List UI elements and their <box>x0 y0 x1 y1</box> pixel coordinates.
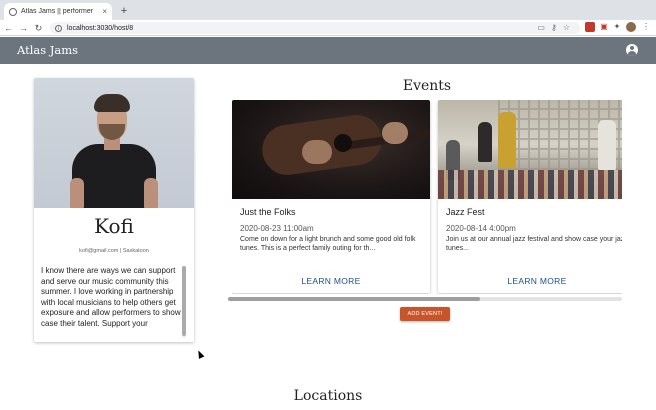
back-button[interactable]: ← <box>2 21 15 35</box>
browser-tabstrip: Atlas Jams || performer × + <box>0 0 656 20</box>
event-title: Just the Folks <box>240 207 296 217</box>
app-header: Atlas Jams <box>0 37 656 64</box>
extension-icon[interactable] <box>585 22 595 32</box>
puzzle-icon[interactable]: ✦ <box>612 22 622 32</box>
menu-icon[interactable]: ⋮ <box>641 22 651 32</box>
globe-icon <box>9 7 17 16</box>
profile-meta: kofi@gmail.com | Saskatoon <box>79 248 149 254</box>
profile-bio: I know there are ways we can support and… <box>41 266 181 328</box>
brand-title[interactable]: Atlas Jams <box>17 43 78 57</box>
close-tab-icon[interactable]: × <box>102 7 107 16</box>
profile-name: Kofi <box>94 214 134 238</box>
events-scrollbar-thumb[interactable] <box>228 297 481 301</box>
events-scrollbar[interactable] <box>228 297 622 301</box>
omnibox-actions: ▭⚷☆ <box>537 23 576 32</box>
address-bar[interactable]: i localhost:3030/host/8 ▭⚷☆ <box>50 22 580 34</box>
profile-avatar-icon[interactable] <box>626 22 636 32</box>
event-title: Jazz Fest <box>446 207 485 217</box>
event-datetime: 2020-08-14 4:00pm <box>446 224 516 233</box>
event-datetime: 2020-08-23 11:00am <box>240 224 314 233</box>
learn-more-button[interactable]: LEARN MORE <box>232 276 430 286</box>
browser-toolbar: ← → ↻ i localhost:3030/host/8 ▭⚷☆ <box>0 20 656 36</box>
bio-scrollbar-thumb[interactable] <box>182 266 186 336</box>
profile-card: Kofi kofi@gmail.com | Saskatoon I know t… <box>34 78 194 342</box>
event-description: Come on down for a light brunch and some… <box>240 236 416 252</box>
event-card: Just the Folks 2020-08-23 11:00am Come o… <box>232 100 430 293</box>
new-tab-button[interactable]: + <box>118 5 130 17</box>
account-circle-icon[interactable] <box>626 44 638 56</box>
locations-heading: Locations <box>293 388 363 404</box>
cast-icon[interactable]: ▭ <box>537 23 551 32</box>
star-icon[interactable]: ☆ <box>563 23 576 32</box>
forward-button[interactable]: → <box>17 21 30 35</box>
learn-more-button[interactable]: LEARN MORE <box>438 276 622 286</box>
event-image <box>232 100 430 199</box>
event-description: Join us at our annual jazz festival and … <box>446 236 622 252</box>
events-carousel[interactable]: Just the Folks 2020-08-23 11:00am Come o… <box>232 100 622 294</box>
extension-icon[interactable]: ▣ <box>599 22 609 32</box>
profile-photo <box>34 78 194 208</box>
event-image <box>438 100 622 199</box>
add-event-button[interactable]: ADD EVENT! <box>400 307 450 321</box>
event-card: Jazz Fest 2020-08-14 4:00pm Join us at o… <box>438 100 622 293</box>
events-heading: Events <box>402 78 452 94</box>
tab-title: Atlas Jams || performer <box>21 8 94 15</box>
key-icon[interactable]: ⚷ <box>551 23 563 32</box>
mouse-cursor-icon <box>195 349 205 359</box>
bio-scrollbar[interactable] <box>182 266 186 338</box>
reload-button[interactable]: ↻ <box>32 21 45 35</box>
url-text: localhost:3030/host/8 <box>67 24 134 32</box>
info-icon[interactable]: i <box>55 24 62 32</box>
browser-tab[interactable]: Atlas Jams || performer × <box>4 3 112 20</box>
